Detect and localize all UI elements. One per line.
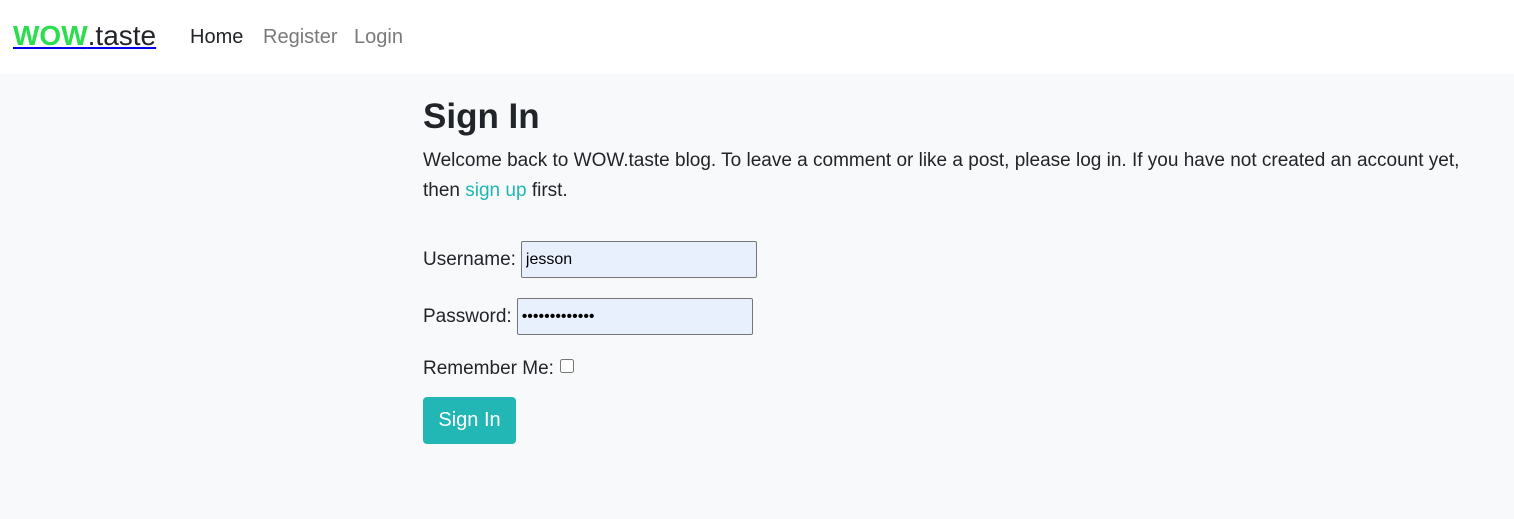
username-input[interactable] [520,241,757,278]
login-form: Username: Password: Remember Me: Sign In [423,241,1493,444]
signin-button[interactable]: Sign In [423,397,516,444]
brand-logo[interactable]: WOW.taste [13,19,156,53]
signup-link[interactable]: sign up [465,180,526,201]
intro-text-before: Welcome back to WOW.taste blog. To leave… [423,150,1460,201]
password-row: Password: [423,298,1493,335]
nav-home-link[interactable]: Home [190,25,243,49]
brand-wow: WOW [13,20,88,51]
remember-checkbox[interactable] [559,359,574,373]
intro-text-after: first. [526,180,568,201]
page-title: Sign In [423,97,540,136]
remember-row: Remember Me: [423,357,1493,381]
signin-content: Sign In Welcome back to WOW.taste blog. … [423,96,1493,444]
intro-text: Welcome back to WOW.taste blog. To leave… [423,146,1493,206]
remember-label: Remember Me: [423,358,554,379]
nav-register-link[interactable]: Register [263,25,337,49]
username-label: Username: [423,248,516,270]
password-input[interactable] [516,298,753,335]
password-label: Password: [423,305,512,327]
username-row: Username: [423,241,1493,278]
top-navbar: WOW.taste Home Register Login [0,0,1514,74]
nav-login-link[interactable]: Login [354,25,403,49]
brand-taste: .taste [87,20,157,51]
